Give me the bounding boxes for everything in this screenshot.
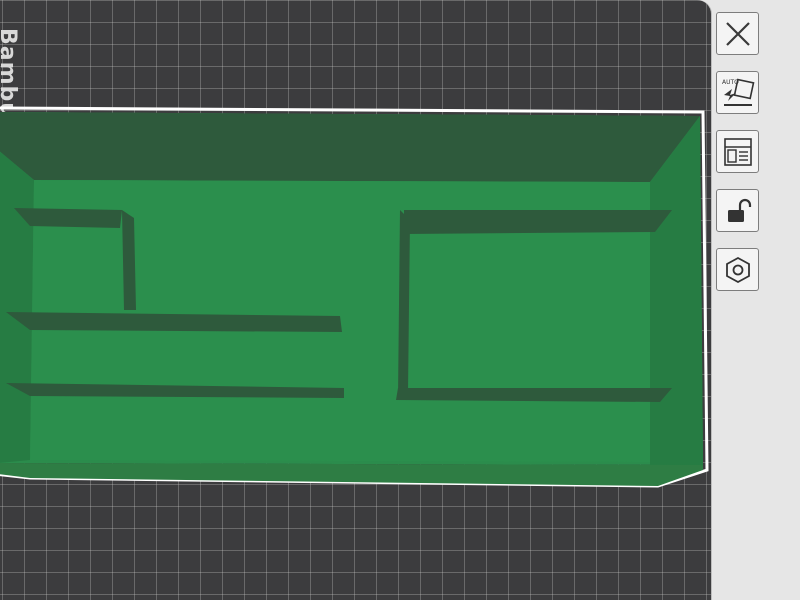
divider-right-v xyxy=(398,210,410,398)
auto-orient-icon: AUTO xyxy=(722,78,754,106)
hexagon-nut-icon xyxy=(725,256,750,283)
divider-top-left-v xyxy=(122,210,136,310)
divider-top-left-h xyxy=(14,208,122,228)
close-button[interactable] xyxy=(716,12,759,55)
close-icon xyxy=(725,21,750,46)
object-toolbar: AUTO xyxy=(716,12,759,307)
divider-right-top xyxy=(404,210,672,234)
settings-button[interactable] xyxy=(716,248,759,291)
left-wall-inner xyxy=(0,151,34,463)
auto-orient-button[interactable]: AUTO xyxy=(716,71,759,114)
lock-button[interactable] xyxy=(716,189,759,232)
back-wall-inner xyxy=(0,112,700,182)
arrange-button[interactable] xyxy=(716,130,759,173)
unlock-icon xyxy=(727,198,751,222)
divider-right-bottom xyxy=(396,388,672,402)
3d-viewport[interactable]: Bambu AUTO xyxy=(0,0,800,600)
selected-model[interactable] xyxy=(0,0,720,600)
arrange-icon xyxy=(723,137,752,166)
